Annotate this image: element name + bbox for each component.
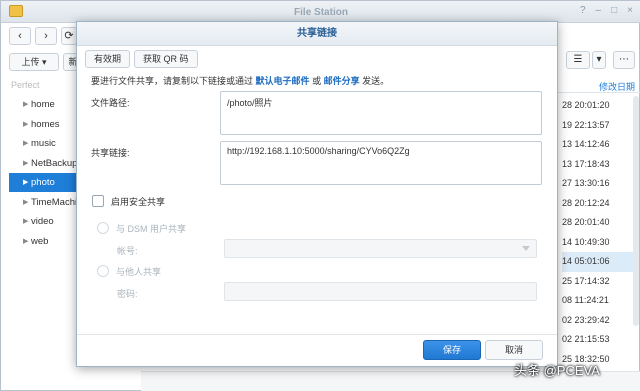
- chevron-down-icon: ▾: [42, 57, 47, 67]
- sidebar-item-web[interactable]: ▶ web: [9, 232, 79, 251]
- default-email-link[interactable]: 默认电子邮件: [256, 76, 310, 86]
- others-share-label: 与他人共享: [116, 267, 162, 277]
- expand-arrow-icon[interactable]: ▶: [23, 95, 28, 114]
- sidebar-item-homes[interactable]: ▶ homes: [9, 115, 79, 134]
- cancel-button[interactable]: 取消: [485, 340, 543, 360]
- column-header: 修改日期: [556, 77, 640, 93]
- sidebar-item-label: web: [31, 235, 49, 247]
- mail-share-link[interactable]: 邮件分享: [324, 76, 360, 86]
- maximize-icon[interactable]: □: [611, 5, 617, 16]
- sidebar-item-label: homes: [31, 118, 60, 130]
- description-middle: 或: [312, 76, 322, 86]
- sidebar-item-music[interactable]: ▶ music: [9, 134, 79, 153]
- description-prefix: 要进行文件共享，请复制以下链接或通过: [91, 76, 254, 86]
- title-bar: File Station ? – □ ×: [1, 1, 640, 23]
- sidebar-item-label: music: [31, 138, 56, 149]
- table-row[interactable]: 28 20:01:20: [562, 96, 637, 116]
- share-link-value: http://192.168.1.10:5000/sharing/CYVo6Q2…: [227, 146, 410, 156]
- view-options-button[interactable]: ▾: [592, 51, 606, 69]
- table-row[interactable]: 14 10:49:30: [562, 233, 637, 253]
- upload-label: 上传: [21, 57, 40, 67]
- minimize-icon[interactable]: –: [596, 5, 602, 16]
- expand-arrow-icon[interactable]: ▶: [23, 115, 28, 134]
- folder-tree: Perfect ▶ home ▶ homes ▶ music ▶ NetBackup ▶…: [1, 75, 79, 391]
- vertical-scrollbar[interactable]: [633, 96, 639, 326]
- secure-share-label: 启用安全共享: [111, 197, 166, 207]
- expand-arrow-icon[interactable]: ▶: [23, 212, 28, 231]
- expand-arrow-icon[interactable]: ▶: [23, 193, 28, 212]
- more-options-button[interactable]: ⋯: [613, 51, 635, 69]
- upload-button[interactable]: 上传 ▾: [9, 53, 59, 71]
- dsm-user-share-radio[interactable]: [97, 222, 109, 234]
- get-qr-code-button[interactable]: 获取 QR 码: [134, 50, 198, 68]
- table-row[interactable]: 02 23:29:42: [562, 311, 637, 331]
- sidebar-item-video[interactable]: ▶ video: [9, 212, 79, 231]
- others-share-radio[interactable]: [97, 265, 109, 277]
- table-row[interactable]: 13 14:12:46: [562, 135, 637, 155]
- share-link-field[interactable]: http://192.168.1.10:5000/sharing/CYVo6Q2…: [220, 141, 542, 185]
- dsm-user-share-label: 与 DSM 用户共享: [116, 224, 187, 234]
- expand-arrow-icon[interactable]: ▶: [23, 154, 28, 173]
- account-select[interactable]: [224, 239, 537, 258]
- table-row[interactable]: 25 17:14:32: [562, 272, 637, 292]
- close-icon[interactable]: ×: [627, 5, 633, 16]
- file-path-field[interactable]: /photo/照片: [220, 91, 542, 135]
- sidebar-item-label: video: [31, 216, 54, 227]
- expand-arrow-icon[interactable]: ▶: [23, 173, 28, 192]
- table-row[interactable]: 28 20:12:24: [562, 194, 637, 214]
- sidebar-item-label: home: [31, 99, 55, 110]
- expand-arrow-icon[interactable]: ▶: [23, 134, 28, 153]
- table-row[interactable]: 13 17:18:43: [562, 155, 637, 175]
- share-description: 要进行文件共享，请复制以下链接或通过 默认电子邮件 或 邮件分享 发送。: [91, 74, 389, 87]
- list-view-icon: ☰: [573, 54, 583, 65]
- account-label: 帐号:: [117, 246, 138, 256]
- watermark: 头条 @PCEVA: [514, 363, 600, 378]
- password-label: 密码:: [117, 289, 138, 299]
- more-icon: ⋯: [619, 54, 629, 65]
- sidebar-item-netbackup[interactable]: ▶ NetBackup: [9, 154, 79, 173]
- dialog-tabs: 有效期 获取 QR 码: [85, 50, 198, 68]
- help-icon[interactable]: ?: [580, 5, 586, 16]
- sidebar-item-label: photo: [31, 177, 55, 188]
- dialog-title: 共享链接: [77, 22, 557, 46]
- share-link-label: 共享链接:: [91, 148, 130, 158]
- sidebar-item-label: NetBackup: [31, 157, 78, 169]
- window-controls: ? – □ ×: [580, 5, 633, 16]
- sidebar-item-home[interactable]: ▶ home: [9, 95, 79, 114]
- refresh-button[interactable]: ⟳: [61, 27, 77, 45]
- expand-arrow-icon[interactable]: ▶: [23, 232, 28, 251]
- chevron-down-icon: ▾: [596, 54, 602, 65]
- share-link-dialog: 共享链接 有效期 获取 QR 码 要进行文件共享，请复制以下链接或通过 默认电子…: [76, 21, 558, 367]
- secure-share-checkbox[interactable]: [92, 195, 104, 207]
- description-suffix: 发送。: [362, 76, 390, 86]
- file-path-label: 文件路径:: [91, 98, 130, 108]
- table-row[interactable]: 02 21:15:53: [562, 330, 637, 350]
- table-row[interactable]: 28 20:01:40: [562, 213, 637, 233]
- sidebar-item-label: TimeMachine: [31, 196, 79, 208]
- sidebar-item-photo[interactable]: ▶ photo: [9, 173, 79, 192]
- file-path-value: /photo/照片: [227, 98, 273, 108]
- tree-root-label[interactable]: Perfect: [11, 80, 40, 90]
- save-button[interactable]: 保存: [423, 340, 481, 360]
- modified-date-header[interactable]: 修改日期: [599, 80, 635, 93]
- validity-period-button[interactable]: 有效期: [85, 50, 131, 68]
- forward-button[interactable]: ›: [35, 27, 57, 45]
- view-list-button[interactable]: ☰: [566, 51, 590, 69]
- table-row[interactable]: 27 13:30:16: [562, 174, 637, 194]
- table-row[interactable]: 14 05:01:06: [562, 252, 637, 272]
- sidebar-item-timemachine[interactable]: ▶TimeMachine: [9, 193, 79, 212]
- chevron-down-icon: [522, 246, 530, 251]
- password-field[interactable]: [224, 282, 537, 301]
- table-row[interactable]: 08 11:24:21: [562, 291, 637, 311]
- back-button[interactable]: ‹: [9, 27, 31, 45]
- dialog-footer: 保存 取消: [77, 334, 557, 366]
- table-row[interactable]: 19 22:13:57: [562, 116, 637, 136]
- window-title: File Station: [294, 7, 348, 18]
